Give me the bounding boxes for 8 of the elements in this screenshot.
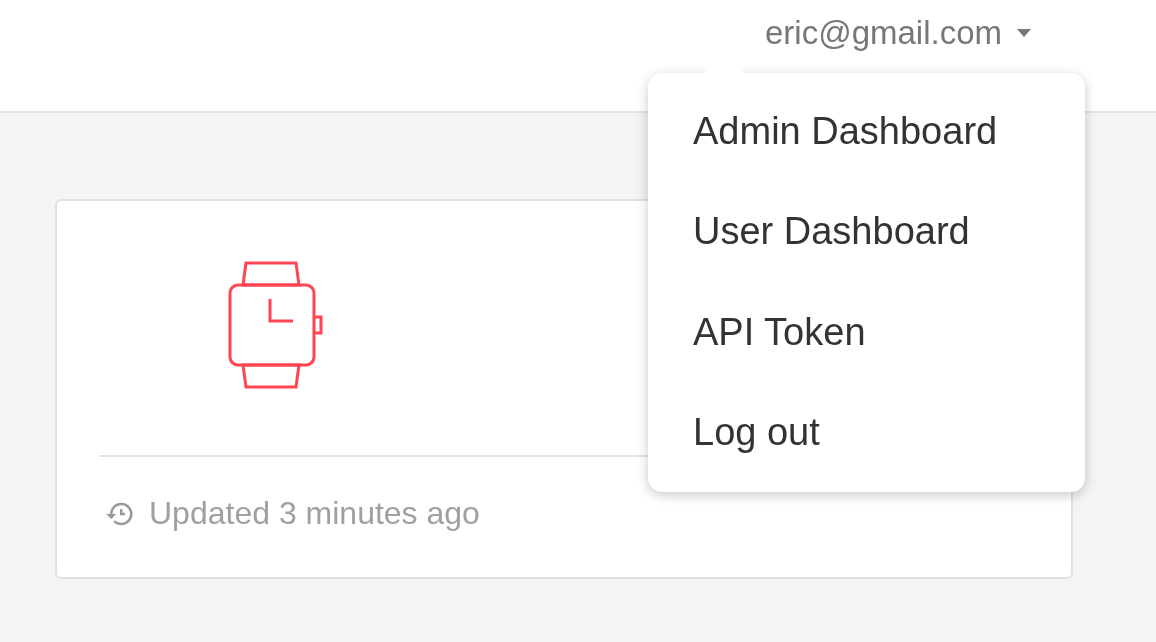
updated-time: Updated 3 minutes ago bbox=[149, 495, 480, 532]
menu-item[interactable]: User Dashboard bbox=[648, 193, 1085, 271]
menu-item[interactable]: Log out bbox=[648, 394, 1085, 472]
caret-icon bbox=[1016, 28, 1032, 38]
account-dropdown[interactable]: eric@gmail.com bbox=[764, 14, 1032, 52]
watch-icon bbox=[227, 261, 325, 389]
menu-item[interactable]: API Token bbox=[648, 293, 1085, 372]
menu-item[interactable]: Admin Dashboard bbox=[648, 93, 1085, 171]
